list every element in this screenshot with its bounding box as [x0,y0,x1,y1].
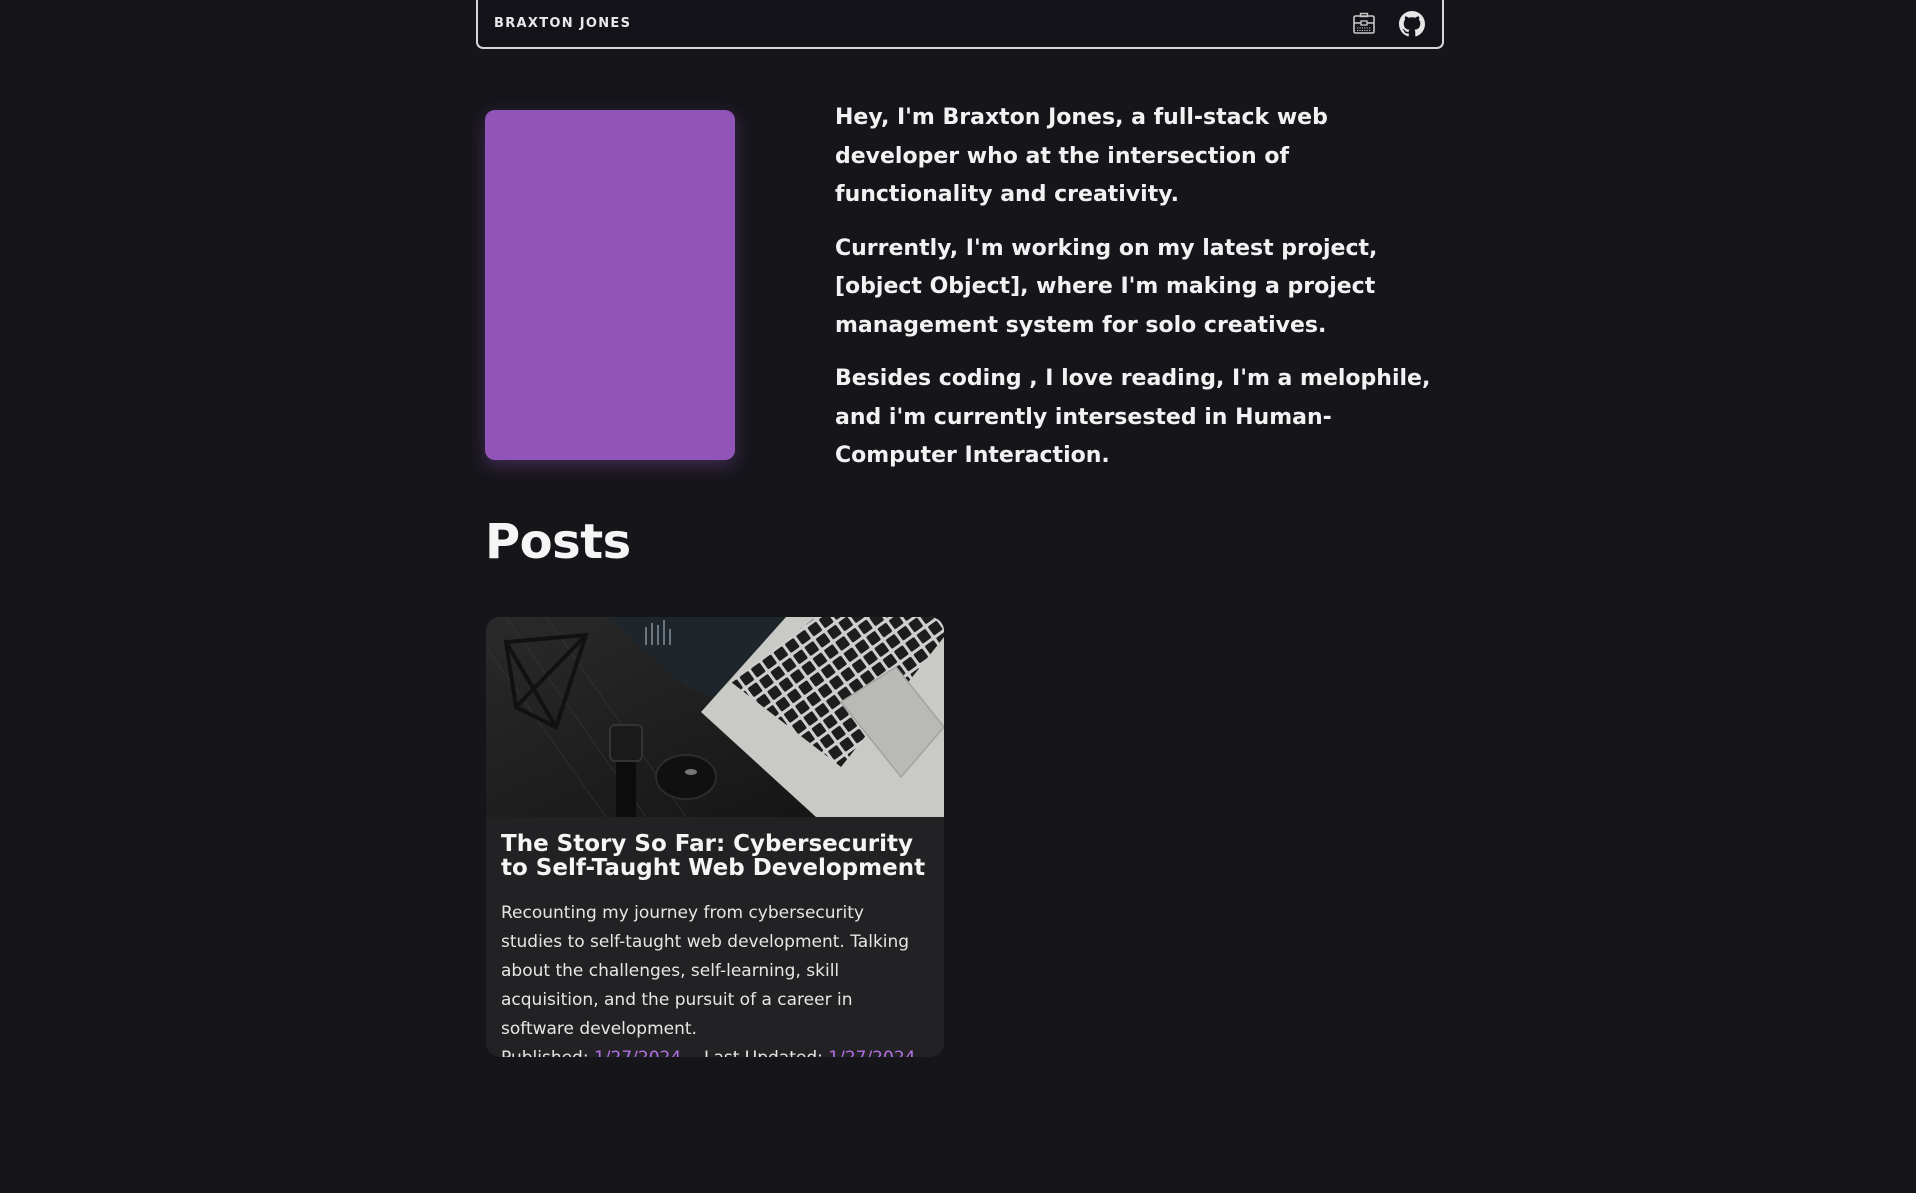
post-thumbnail-image [486,617,944,817]
brand-link[interactable]: BRAXTON JONES [494,16,631,31]
post-body: The Story So Far: Cybersecurity to Self-… [486,817,944,1057]
published-date: 1/27/2024 [594,1048,681,1057]
post-card[interactable]: The Story So Far: Cybersecurity to Self-… [486,617,944,1057]
toolbox-icon[interactable] [1350,10,1378,38]
bio-paragraph: Besides coding , I love reading, I'm a m… [835,366,1431,468]
profile-avatar [485,110,735,460]
updated-label: Last Updated: [704,1048,823,1057]
updated-date: 1/27/2024 [828,1048,915,1057]
post-title[interactable]: The Story So Far: Cybersecurity to Self-… [501,832,929,880]
nav-icon-group [1350,10,1426,38]
bio-paragraph: Hey, I'm Braxton Jones, a full-stack web… [835,105,1328,207]
bio-paragraph: Currently, I'm working on my latest proj… [835,235,1378,338]
published-label: Published: [501,1048,589,1057]
bio-section: Hey, I'm Braxton Jones, a full-stack web… [835,99,1435,491]
github-icon[interactable] [1398,10,1426,38]
post-meta: Published: 1/27/2024 Last Updated: 1/27/… [501,1044,929,1057]
posts-heading: Posts [485,514,631,570]
top-navbar: BRAXTON JONES [476,0,1444,49]
post-description: Recounting my journey from cybersecurity… [501,903,910,1039]
